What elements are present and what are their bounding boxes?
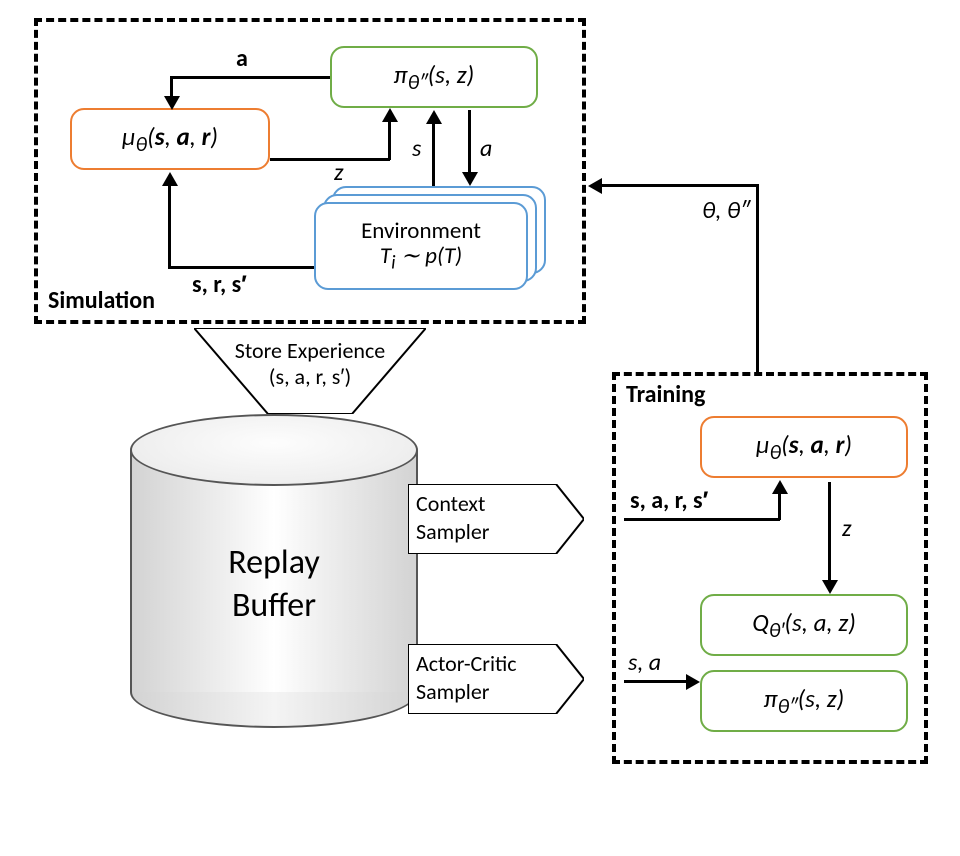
edge-sa bbox=[624, 680, 688, 683]
training-mu-text: μθ(s, a, r) bbox=[756, 429, 852, 465]
training-mu-node: μθ(s, a, r) bbox=[700, 416, 908, 478]
edge-zt bbox=[828, 482, 831, 582]
simulation-pi-node: πθ″(s, z) bbox=[330, 46, 538, 108]
edge-params-h bbox=[600, 184, 758, 187]
edge-z-h bbox=[270, 158, 390, 161]
environment-title: Environment bbox=[361, 219, 481, 244]
edge-zt-label: z bbox=[842, 514, 851, 543]
training-q-text: Qθ′(s, a, z) bbox=[752, 607, 856, 643]
replay-buffer-label: Replay Buffer bbox=[130, 542, 418, 627]
edge-z-v bbox=[388, 120, 391, 160]
edge-a2 bbox=[468, 110, 471, 174]
simulation-pi-text: πθ″(s, z) bbox=[394, 59, 474, 95]
edge-s-label: s bbox=[412, 134, 421, 163]
edge-a2-head bbox=[462, 172, 478, 186]
edge-srs-label: s, r, s′ bbox=[192, 270, 247, 299]
replay-buffer: Replay Buffer bbox=[130, 414, 418, 728]
edge-s bbox=[432, 122, 435, 186]
context-sampler: Context Sampler bbox=[408, 484, 584, 554]
actor-critic-sampler-text: Actor-Critic Sampler bbox=[416, 650, 517, 705]
store-funnel: Store Experience (s, a, r, s′) bbox=[194, 328, 426, 414]
edge-zt-head bbox=[822, 580, 838, 594]
edge-a-head bbox=[164, 96, 180, 110]
training-pi-node: πθ″(s, z) bbox=[700, 670, 908, 732]
simulation-mu-text: μθ(s, a, r) bbox=[122, 121, 218, 157]
edge-ctx-head bbox=[772, 480, 788, 494]
edge-srs-head bbox=[162, 172, 178, 186]
simulation-mu-node: μθ(s, a, r) bbox=[70, 108, 270, 170]
edge-params-head bbox=[588, 178, 602, 194]
training-q-node: Qθ′(s, a, z) bbox=[700, 594, 908, 656]
edge-sa-head bbox=[686, 674, 700, 690]
edge-a2-label: a bbox=[480, 134, 492, 163]
simulation-label: Simulation bbox=[48, 286, 155, 315]
edge-srs-h bbox=[168, 266, 314, 269]
edge-z-head bbox=[382, 108, 398, 122]
training-label: Training bbox=[626, 380, 705, 409]
context-sampler-text: Context Sampler bbox=[416, 490, 489, 545]
environment-formula: Ti ∼ p(T) bbox=[380, 244, 462, 274]
environment-stack: Environment Ti ∼ p(T) bbox=[314, 186, 546, 290]
edge-a-h bbox=[170, 76, 330, 79]
edge-z-label: z bbox=[334, 158, 343, 187]
edge-a-label: a bbox=[236, 44, 248, 73]
edge-sa-label: s, a bbox=[628, 648, 661, 677]
edge-params-label: θ, θ″ bbox=[702, 196, 750, 225]
edge-s-head bbox=[426, 110, 442, 124]
training-pi-text: πθ″(s, z) bbox=[764, 683, 844, 719]
edge-params-v bbox=[756, 184, 759, 372]
actor-critic-sampler: Actor-Critic Sampler bbox=[408, 644, 584, 714]
edge-ctx-h bbox=[624, 518, 780, 521]
edge-ctx-label: s, a, r, s′ bbox=[630, 486, 708, 515]
edge-ctx-v bbox=[778, 492, 781, 520]
edge-srs-v bbox=[168, 184, 171, 268]
store-text: Store Experience (s, a, r, s′) bbox=[194, 338, 426, 391]
